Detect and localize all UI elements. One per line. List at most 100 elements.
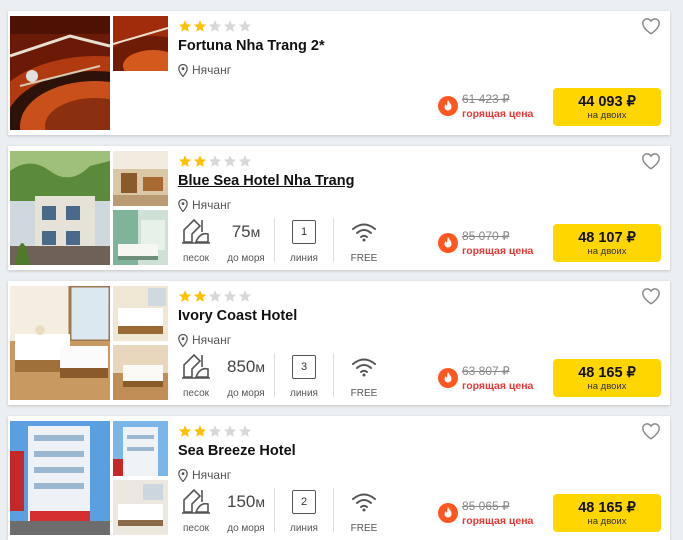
hotel-card[interactable]: Fortuna Nha Trang 2* Нячанг 61 423 ₽ гор… [8,11,670,135]
hotel-photo-thumb[interactable] [113,480,168,535]
distance-value: 850 [227,357,256,376]
fire-icon [438,96,458,116]
line-number: 2 [292,490,316,514]
location: Нячанг [178,198,231,212]
hot-price-label: горящая цена [462,245,534,257]
old-price: 85 065 ₽ [462,499,510,513]
wifi-icon [352,358,376,377]
beach-type: песок [178,216,214,264]
line-label: линия [290,523,318,534]
fire-icon [438,368,458,388]
star-empty-icon [223,155,237,167]
hotel-features: песок 75м до моря 1 линия FREE [178,216,394,266]
distance-value: 75 [231,222,251,241]
distance-value-wrap: 75м [232,220,261,244]
hotel-photo-thumb[interactable] [113,151,168,206]
star-rating [178,289,252,303]
wifi-label: FREE [350,253,378,264]
beach-line: 1 линия [275,216,333,264]
hot-price-label: горящая цена [462,515,534,527]
beach-type: песок [178,486,214,534]
beach-type-label: песок [182,388,210,399]
distance-unit: м [250,224,261,240]
wifi: FREE [334,351,394,399]
location: Нячанг [178,333,231,347]
beach-type-label: песок [182,523,210,534]
hotel-card[interactable]: Blue Sea Hotel Nha Trang Нячанг песок 75… [8,146,670,270]
location: Нячанг [178,468,231,482]
beach-type-label: песок [182,253,210,264]
wifi: FREE [334,486,394,534]
star-empty-icon [238,155,252,167]
beach-type: песок [178,351,214,399]
star-filled-icon [193,290,207,302]
price-value: 44 093 ₽ [578,93,636,110]
hotel-photo-main[interactable] [10,16,110,130]
fire-icon [438,233,458,253]
hotel-features: песок 150м до моря 2 линия FREE [178,486,394,536]
map-pin-icon [178,63,188,77]
hotel-card[interactable]: Ivory Coast Hotel Нячанг песок 850м до м… [8,281,670,405]
distance-to-sea: 150м до моря [218,486,274,534]
hotel-photo-thumb[interactable] [113,421,168,476]
sand-beach-icon [182,353,210,379]
wifi-label: FREE [350,388,378,399]
hotel-photo-thumb[interactable] [113,286,168,341]
heart-icon[interactable] [641,152,661,170]
wifi-icon [352,223,376,242]
price-value: 48 165 ₽ [578,499,636,516]
distance-unit: м [255,494,265,510]
heart-icon[interactable] [641,287,661,305]
hotel-photo-main[interactable] [10,151,110,265]
hotel-card[interactable]: Sea Breeze Hotel Нячанг песок 150м до мо… [8,416,670,540]
price-value: 48 107 ₽ [578,229,636,246]
location-label: Нячанг [192,333,232,347]
line-number: 1 [292,220,316,244]
distance-to-sea: 75м до моря [218,216,274,264]
hotel-name[interactable]: Blue Sea Hotel Nha Trang [178,173,354,189]
star-empty-icon [223,425,237,437]
distance-label: до моря [227,388,265,399]
star-empty-icon [238,425,252,437]
hotel-photo-thumb[interactable] [113,345,168,400]
old-price: 63 807 ₽ [462,364,510,378]
hotel-name[interactable]: Ivory Coast Hotel [178,308,297,324]
hotel-photo-thumb[interactable] [113,16,168,71]
wifi: FREE [334,216,394,264]
star-empty-icon [223,290,237,302]
hotel-photo-thumb[interactable] [113,210,168,265]
beach-line: 3 линия [275,351,333,399]
star-filled-icon [193,425,207,437]
star-empty-icon [223,20,237,32]
price-button[interactable]: 48 107 ₽ на двоих [553,224,661,262]
heart-icon[interactable] [641,17,661,35]
price-note: на двоих [587,380,627,392]
hotel-name[interactable]: Sea Breeze Hotel [178,443,296,459]
star-empty-icon [208,290,222,302]
price-button[interactable]: 44 093 ₽ на двоих [553,88,661,126]
price-button[interactable]: 48 165 ₽ на двоих [553,494,661,532]
location-label: Нячанг [192,198,232,212]
star-empty-icon [208,425,222,437]
heart-icon[interactable] [641,422,661,440]
line-label: линия [290,388,318,399]
map-pin-icon [178,333,188,347]
distance-label: до моря [227,253,265,264]
beach-line: 2 линия [275,486,333,534]
hotel-photo-main[interactable] [10,286,110,400]
hotel-photo-main[interactable] [10,421,110,535]
old-price: 85 070 ₽ [462,229,510,243]
location-label: Нячанг [192,63,232,77]
price-note: на двоих [587,109,627,121]
price-button[interactable]: 48 165 ₽ на двоих [553,359,661,397]
hotel-features: песок 850м до моря 3 линия FREE [178,351,394,401]
hotel-name[interactable]: Fortuna Nha Trang 2* [178,38,325,54]
wifi-label: FREE [350,523,378,534]
wifi-icon [352,493,376,512]
star-rating [178,154,252,168]
old-price: 61 423 ₽ [462,92,510,106]
distance-to-sea: 850м до моря [218,351,274,399]
star-empty-icon [208,20,222,32]
star-filled-icon [178,290,192,302]
price-note: на двоих [587,245,627,257]
